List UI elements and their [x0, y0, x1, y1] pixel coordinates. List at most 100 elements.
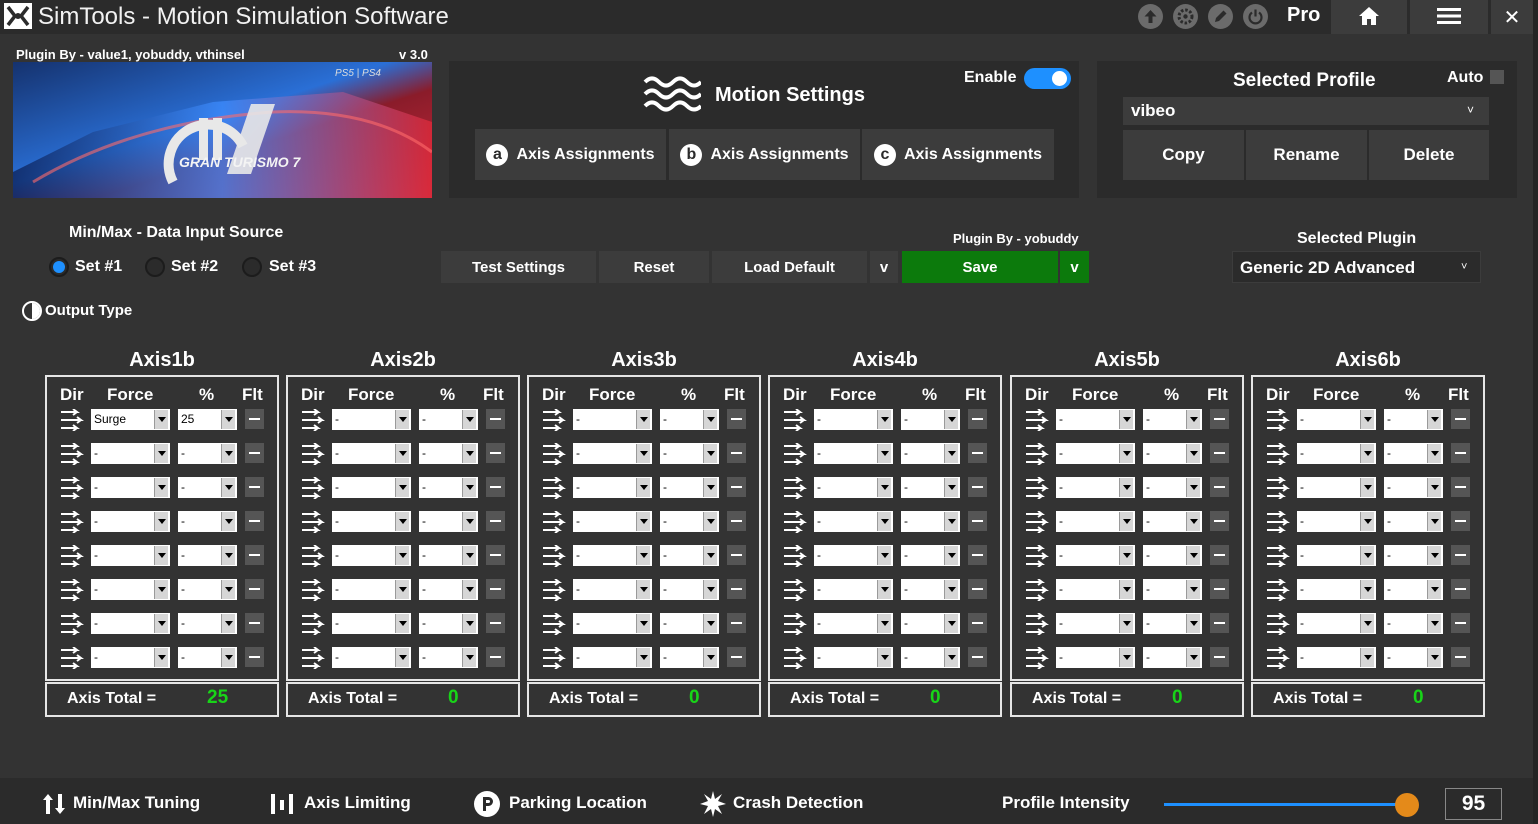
force-select[interactable]: -	[332, 511, 411, 532]
direction-arrows-icon[interactable]	[542, 578, 566, 602]
direction-arrows-icon[interactable]	[783, 646, 807, 670]
rename-button[interactable]: Rename	[1246, 130, 1367, 180]
filter-button[interactable]	[1451, 409, 1470, 429]
force-select[interactable]: -	[332, 477, 411, 498]
filter-button[interactable]	[245, 647, 264, 667]
force-select[interactable]: -	[1056, 477, 1135, 498]
filter-button[interactable]	[968, 511, 987, 531]
direction-arrows-icon[interactable]	[1025, 646, 1049, 670]
load-default-button[interactable]: Load Default	[712, 251, 867, 283]
nav-axis-limiting[interactable]: Axis Limiting	[304, 793, 411, 813]
direction-arrows-icon[interactable]	[1025, 612, 1049, 636]
filter-button[interactable]	[727, 613, 746, 633]
tab-axis-assignments-c[interactable]: c Axis Assignments	[862, 129, 1054, 180]
percent-select[interactable]: -	[660, 613, 719, 634]
radio-set-1[interactable]	[49, 257, 69, 277]
force-select[interactable]: -	[1297, 443, 1376, 464]
percent-select[interactable]: -	[178, 511, 237, 532]
filter-button[interactable]	[245, 477, 264, 497]
filter-button[interactable]	[1451, 613, 1470, 633]
filter-button[interactable]	[486, 511, 505, 531]
force-select[interactable]: -	[1056, 511, 1135, 532]
percent-select[interactable]: -	[1143, 613, 1202, 634]
test-settings-button[interactable]: Test Settings	[441, 251, 596, 283]
direction-arrows-icon[interactable]	[1025, 476, 1049, 500]
direction-arrows-icon[interactable]	[1266, 612, 1290, 636]
force-select[interactable]: -	[814, 545, 893, 566]
percent-select[interactable]: -	[1143, 647, 1202, 668]
force-select[interactable]: -	[1297, 579, 1376, 600]
percent-select[interactable]: -	[178, 647, 237, 668]
direction-arrows-icon[interactable]	[60, 442, 84, 466]
percent-select[interactable]: -	[1143, 477, 1202, 498]
percent-select[interactable]: -	[1384, 409, 1443, 430]
gear-icon[interactable]	[1173, 4, 1198, 29]
output-type-label[interactable]: Output Type	[45, 302, 132, 319]
filter-button[interactable]	[968, 647, 987, 667]
save-dropdown[interactable]: v	[1060, 251, 1089, 283]
filter-button[interactable]	[968, 443, 987, 463]
filter-button[interactable]	[245, 443, 264, 463]
force-select[interactable]: -	[1297, 647, 1376, 668]
direction-arrows-icon[interactable]	[783, 476, 807, 500]
force-select[interactable]: -	[91, 477, 170, 498]
direction-arrows-icon[interactable]	[783, 544, 807, 568]
direction-arrows-icon[interactable]	[542, 510, 566, 534]
percent-select[interactable]: -	[419, 579, 478, 600]
direction-arrows-icon[interactable]	[60, 578, 84, 602]
filter-button[interactable]	[968, 545, 987, 565]
nav-minmax-tuning[interactable]: Min/Max Tuning	[73, 793, 200, 813]
direction-arrows-icon[interactable]	[1025, 544, 1049, 568]
force-select[interactable]: -	[573, 579, 652, 600]
percent-select[interactable]: -	[901, 477, 960, 498]
force-select[interactable]: -	[91, 443, 170, 464]
force-select[interactable]: -	[573, 477, 652, 498]
direction-arrows-icon[interactable]	[60, 544, 84, 568]
percent-select[interactable]: -	[178, 443, 237, 464]
percent-select[interactable]: -	[901, 443, 960, 464]
direction-arrows-icon[interactable]	[301, 646, 325, 670]
percent-select[interactable]: -	[1384, 613, 1443, 634]
direction-arrows-icon[interactable]	[542, 646, 566, 670]
force-select[interactable]: -	[814, 511, 893, 532]
filter-button[interactable]	[1451, 545, 1470, 565]
profile-intensity-value[interactable]: 95	[1445, 788, 1502, 820]
direction-arrows-icon[interactable]	[542, 408, 566, 432]
filter-button[interactable]	[727, 545, 746, 565]
direction-arrows-icon[interactable]	[542, 612, 566, 636]
force-select[interactable]: -	[814, 647, 893, 668]
force-select[interactable]: -	[1297, 409, 1376, 430]
radio-set-2[interactable]	[145, 257, 165, 277]
percent-select[interactable]: -	[1143, 579, 1202, 600]
filter-button[interactable]	[486, 647, 505, 667]
filter-button[interactable]	[1210, 443, 1229, 463]
force-select[interactable]: -	[1056, 613, 1135, 634]
percent-select[interactable]: 25	[178, 409, 237, 430]
direction-arrows-icon[interactable]	[1025, 408, 1049, 432]
percent-select[interactable]: -	[1143, 511, 1202, 532]
load-default-dropdown[interactable]: v	[870, 251, 898, 283]
direction-arrows-icon[interactable]	[1266, 408, 1290, 432]
percent-select[interactable]: -	[660, 409, 719, 430]
force-select[interactable]: -	[573, 545, 652, 566]
percent-select[interactable]: -	[419, 613, 478, 634]
filter-button[interactable]	[486, 477, 505, 497]
percent-select[interactable]: -	[178, 613, 237, 634]
force-select[interactable]: -	[814, 613, 893, 634]
percent-select[interactable]: -	[419, 443, 478, 464]
filter-button[interactable]	[968, 613, 987, 633]
direction-arrows-icon[interactable]	[783, 442, 807, 466]
force-select[interactable]: -	[332, 409, 411, 430]
filter-button[interactable]	[1210, 511, 1229, 531]
filter-button[interactable]	[486, 409, 505, 429]
direction-arrows-icon[interactable]	[1266, 476, 1290, 500]
direction-arrows-icon[interactable]	[542, 544, 566, 568]
direction-arrows-icon[interactable]	[301, 612, 325, 636]
percent-select[interactable]: -	[419, 477, 478, 498]
force-select[interactable]: -	[1056, 579, 1135, 600]
edit-icon[interactable]	[1208, 4, 1233, 29]
direction-arrows-icon[interactable]	[301, 476, 325, 500]
filter-button[interactable]	[1210, 409, 1229, 429]
filter-button[interactable]	[1210, 579, 1229, 599]
direction-arrows-icon[interactable]	[60, 646, 84, 670]
